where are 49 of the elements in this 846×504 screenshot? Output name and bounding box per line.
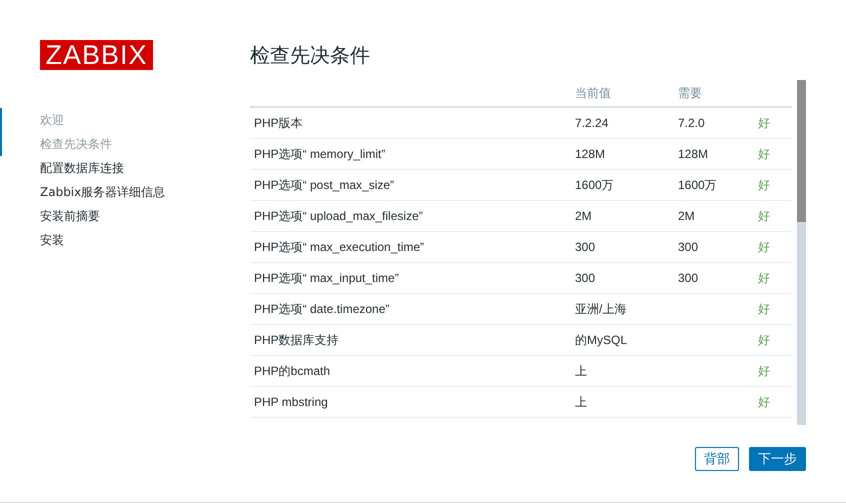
sidebar-item: 检查先决条件 bbox=[0, 132, 250, 156]
table-cell: 上 bbox=[575, 394, 587, 408]
status-label: 好 bbox=[758, 302, 770, 316]
table-cell-text: PHP选项“ max_execution_time” bbox=[253, 238, 426, 256]
table-cell-text: PHP选项“ date.timezone” bbox=[253, 300, 390, 318]
column-header: 当前值 bbox=[575, 84, 612, 102]
status-label: 好 bbox=[758, 146, 770, 160]
table-cell-text: PHP选项“ max_input_time” bbox=[253, 270, 400, 286]
table-cell: 7.2.0 bbox=[678, 116, 705, 130]
sidebar-item: 配置数据库连接 bbox=[39, 160, 125, 177]
table-cell: 128M bbox=[575, 147, 606, 161]
table-cell: 上 bbox=[575, 364, 587, 378]
table-cell: 7.2.24 bbox=[575, 116, 608, 130]
status-label: 好 bbox=[758, 116, 770, 130]
table-cell-text: PHP mbstring bbox=[253, 395, 329, 409]
status-label: 好 bbox=[758, 208, 770, 222]
table-cell: 300 bbox=[575, 240, 596, 254]
table-cell-text: PHP选项“ post_max_size” bbox=[253, 176, 396, 194]
table-cell: 2M bbox=[678, 209, 695, 223]
table-cell-text: PHP版本 bbox=[253, 114, 304, 132]
table-cell: 128M bbox=[678, 147, 708, 161]
status-label: 好 bbox=[758, 178, 770, 192]
back-button[interactable]: 背部 bbox=[695, 447, 739, 471]
next-button[interactable]: 下一步 bbox=[749, 447, 806, 471]
sidebar-item: 欢迎 bbox=[0, 108, 250, 132]
sidebar-item: 安装 bbox=[39, 232, 65, 249]
column-header: 需要 bbox=[678, 84, 703, 102]
scrollbar[interactable] bbox=[797, 80, 806, 425]
table-cell: 的MySQL bbox=[575, 332, 628, 346]
status-label: 好 bbox=[758, 240, 770, 254]
logo: ZABBIX bbox=[40, 40, 153, 70]
table-cell-text: PHP数据库支持 bbox=[253, 332, 340, 348]
table-cell-text: PHP选项“ upload_max_filesize” bbox=[253, 208, 424, 224]
page-title: 检查先决条件 bbox=[250, 42, 371, 66]
table-cell: 1600万 bbox=[575, 178, 614, 192]
table-cell: 亚洲/上海 bbox=[575, 302, 626, 316]
sidebar-item: 安装前摘要 bbox=[39, 208, 101, 225]
table-cell-text: PHP选项“ memory_limit” bbox=[253, 146, 386, 162]
table-cell-text: PHP的bcmath bbox=[253, 362, 332, 380]
table-cell: 300 bbox=[678, 240, 698, 254]
sidebar-item: Zabbix服务器详细信息 bbox=[39, 184, 166, 201]
status-label: 好 bbox=[758, 332, 770, 346]
status-label: 好 bbox=[758, 270, 770, 284]
status-label: 好 bbox=[758, 394, 770, 408]
table-cell: 2M bbox=[575, 209, 592, 223]
table-cell: 1600万 bbox=[678, 178, 717, 192]
table-cell: 300 bbox=[575, 271, 596, 285]
status-label: 好 bbox=[758, 364, 770, 378]
table-cell: 300 bbox=[678, 271, 698, 285]
